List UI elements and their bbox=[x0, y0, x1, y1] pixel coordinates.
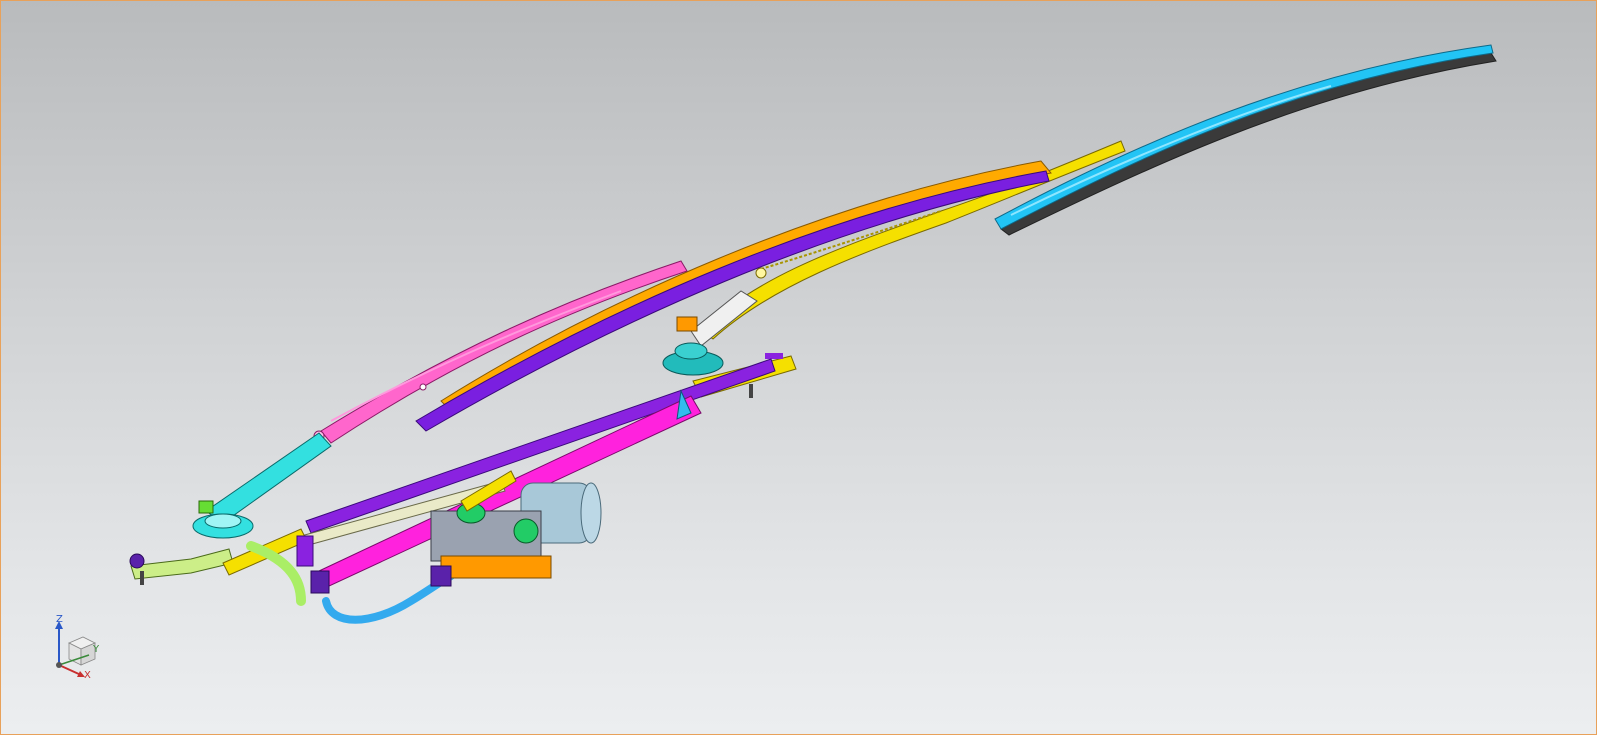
wiper-assembly-model[interactable] bbox=[1, 1, 1596, 734]
right-pivot[interactable] bbox=[662, 290, 758, 376]
y-axis-label: Y bbox=[93, 644, 100, 655]
cad-viewport[interactable]: Z Y X bbox=[0, 0, 1597, 735]
x-axis-label: X bbox=[84, 670, 91, 681]
triad-origin bbox=[56, 662, 62, 668]
left-lever[interactable] bbox=[129, 548, 234, 585]
washer-hose-green bbox=[246, 541, 306, 606]
right-wiper-blade[interactable] bbox=[994, 44, 1497, 236]
z-axis-label: Z bbox=[56, 614, 63, 625]
coordinate-triad: Z Y X bbox=[49, 613, 109, 685]
x-axis-line bbox=[58, 664, 82, 676]
